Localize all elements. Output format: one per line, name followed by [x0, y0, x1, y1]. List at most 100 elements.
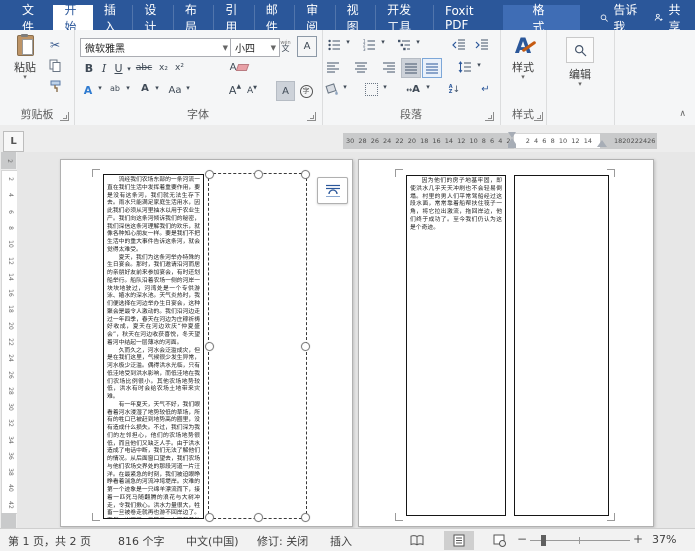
borders-dropdown[interactable]: ▾: [381, 85, 389, 90]
change-case-dropdown[interactable]: ▾: [184, 86, 192, 91]
bold-button[interactable]: B: [82, 60, 96, 76]
text-effects-button[interactable]: A: [80, 81, 96, 99]
font-color-button[interactable]: A: [138, 81, 152, 99]
text-highlight-button[interactable]: ab: [107, 81, 123, 99]
paste-button[interactable]: 粘贴 ▾: [8, 35, 42, 80]
numbering-dropdown[interactable]: ▾: [379, 40, 387, 45]
vertical-ruler[interactable]: 2 24681012141618202224262830323436384042: [0, 152, 17, 528]
paragraph-shading-button[interactable]: [323, 81, 341, 98]
tab-format-contextual[interactable]: 格式: [503, 5, 580, 30]
document-canvas[interactable]: 流经我们农场东部的一条河流一直在我们生活中发挥着重要作用，要是没有这条河，我们就…: [17, 152, 695, 528]
tell-me-box[interactable]: 告诉我: [592, 5, 647, 30]
text-box-page2-left[interactable]: 因为他们的房子地基牢固，即使洪水几乎天天冲刷也不会轻易倒塌。村里的男人们平常驾船…: [406, 175, 506, 516]
sort-button[interactable]: AZ ↓: [446, 81, 463, 98]
underline-dropdown[interactable]: ▾: [125, 64, 133, 74]
page-indicator[interactable]: 第 1 页，共 2 页: [8, 533, 91, 549]
page-1[interactable]: 流经我们农场东部的一条河流一直在我们生活中发挥着重要作用，要是没有这条河，我们就…: [60, 159, 353, 527]
resize-handle-nw[interactable]: [205, 170, 214, 179]
align-left-button[interactable]: [325, 59, 341, 75]
justify-button[interactable]: [401, 58, 421, 78]
indent-markers[interactable]: [507, 132, 516, 148]
collapse-ribbon-button[interactable]: ∧: [679, 109, 686, 119]
language-indicator[interactable]: 中文(中国): [186, 533, 239, 549]
phonetic-guide-button[interactable]: wén 文: [276, 36, 295, 55]
character-shading-button[interactable]: A: [276, 81, 295, 101]
align-right-button[interactable]: [381, 59, 397, 75]
horizontal-ruler[interactable]: 30282624222018161412108642 2468101214 18…: [343, 133, 657, 149]
tab-insert[interactable]: 插入: [93, 5, 133, 30]
align-center-button[interactable]: [353, 59, 369, 75]
superscript-button[interactable]: x²: [172, 60, 187, 76]
resize-handle-s[interactable]: [254, 513, 263, 522]
font-color-dropdown[interactable]: ▾: [153, 86, 161, 91]
font-name-combo[interactable]: 微软雅黑 ▼: [80, 38, 232, 57]
tab-foxit-pdf[interactable]: Foxit PDF: [434, 5, 497, 30]
styles-button[interactable]: A 样式 ▾: [505, 35, 541, 80]
paragraph-dialog-launcher[interactable]: [485, 112, 494, 121]
change-case-button[interactable]: Aa: [166, 81, 184, 99]
bullets-button[interactable]: [326, 37, 343, 53]
right-indent-marker[interactable]: [597, 140, 607, 147]
cut-button[interactable]: ✂: [46, 37, 64, 53]
resize-handle-w[interactable]: [205, 342, 214, 351]
format-painter-button[interactable]: [46, 78, 64, 94]
editing-button[interactable]: 编辑 ▾: [560, 37, 600, 87]
borders-button[interactable]: [363, 81, 380, 98]
selected-text-box[interactable]: [208, 173, 307, 519]
grow-font-button[interactable]: A▲: [227, 81, 243, 99]
show-hide-marks-button[interactable]: ↵: [478, 81, 493, 98]
read-mode-button[interactable]: [402, 531, 432, 550]
tab-design[interactable]: 设计: [133, 5, 173, 30]
font-dialog-launcher[interactable]: [307, 112, 316, 121]
decrease-indent-button[interactable]: [450, 37, 468, 53]
text-box-page2-right[interactable]: [514, 175, 609, 516]
styles-dialog-launcher[interactable]: [534, 112, 543, 121]
page-2[interactable]: 因为他们的房子地基牢固，即使洪水几乎天天冲刷也不会轻易倒塌。村里的男人们平常驾船…: [358, 159, 654, 527]
text-highlight-dropdown[interactable]: ▾: [124, 86, 132, 91]
layout-options-button[interactable]: [317, 177, 348, 204]
tab-review[interactable]: 审阅: [295, 5, 335, 30]
tab-layout[interactable]: 布局: [174, 5, 214, 30]
character-scaling-button[interactable]: ↔A: [403, 81, 423, 98]
strikethrough-button[interactable]: abc: [134, 60, 154, 76]
distribute-button[interactable]: [422, 58, 442, 78]
text-effects-dropdown[interactable]: ▾: [96, 86, 104, 91]
tab-file[interactable]: 文件: [8, 5, 53, 30]
subscript-button[interactable]: x₂: [156, 60, 171, 76]
resize-handle-sw[interactable]: [205, 513, 214, 522]
resize-handle-e[interactable]: [301, 342, 310, 351]
multilevel-dropdown[interactable]: ▾: [414, 40, 422, 45]
line-spacing-button[interactable]: [456, 59, 474, 75]
character-scaling-dropdown[interactable]: ▾: [424, 85, 432, 90]
zoom-level[interactable]: 37%: [652, 533, 676, 546]
bullets-dropdown[interactable]: ▾: [344, 40, 352, 45]
zoom-out-button[interactable]: −: [517, 532, 527, 546]
resize-handle-n[interactable]: [254, 170, 263, 179]
tab-developer[interactable]: 开发工具: [376, 5, 434, 30]
zoom-in-button[interactable]: +: [633, 532, 643, 546]
numbering-button[interactable]: 123: [361, 37, 378, 53]
resize-handle-ne[interactable]: [301, 170, 310, 179]
zoom-slider-handle[interactable]: [541, 535, 546, 546]
tab-references[interactable]: 引用: [214, 5, 254, 30]
shrink-font-button[interactable]: A▼: [245, 83, 259, 99]
track-changes-indicator[interactable]: 修订: 关闭: [257, 533, 308, 549]
print-layout-button[interactable]: [444, 531, 474, 550]
multilevel-list-button[interactable]: [396, 37, 413, 53]
tab-stop-selector[interactable]: L: [3, 131, 24, 152]
web-layout-button[interactable]: [484, 531, 514, 550]
insert-mode-indicator[interactable]: 插入: [330, 533, 352, 549]
clear-formatting-button[interactable]: A: [228, 59, 250, 76]
underline-button[interactable]: U: [112, 60, 125, 76]
font-size-combo[interactable]: 小四 ▼: [230, 38, 280, 57]
increase-indent-button[interactable]: [473, 37, 491, 53]
clipboard-dialog-launcher[interactable]: [60, 112, 69, 121]
word-count[interactable]: 816 个字: [118, 533, 165, 549]
character-border-button[interactable]: A: [297, 36, 317, 57]
paragraph-shading-dropdown[interactable]: ▾: [341, 85, 349, 90]
italic-button[interactable]: I: [98, 60, 110, 76]
tab-home[interactable]: 开始: [53, 5, 92, 30]
text-box-filled[interactable]: 流经我们农场东部的一条河流一直在我们生活中发挥着重要作用，要是没有这条河，我们就…: [103, 174, 204, 519]
tab-view[interactable]: 视图: [336, 5, 376, 30]
copy-button[interactable]: [46, 57, 64, 73]
